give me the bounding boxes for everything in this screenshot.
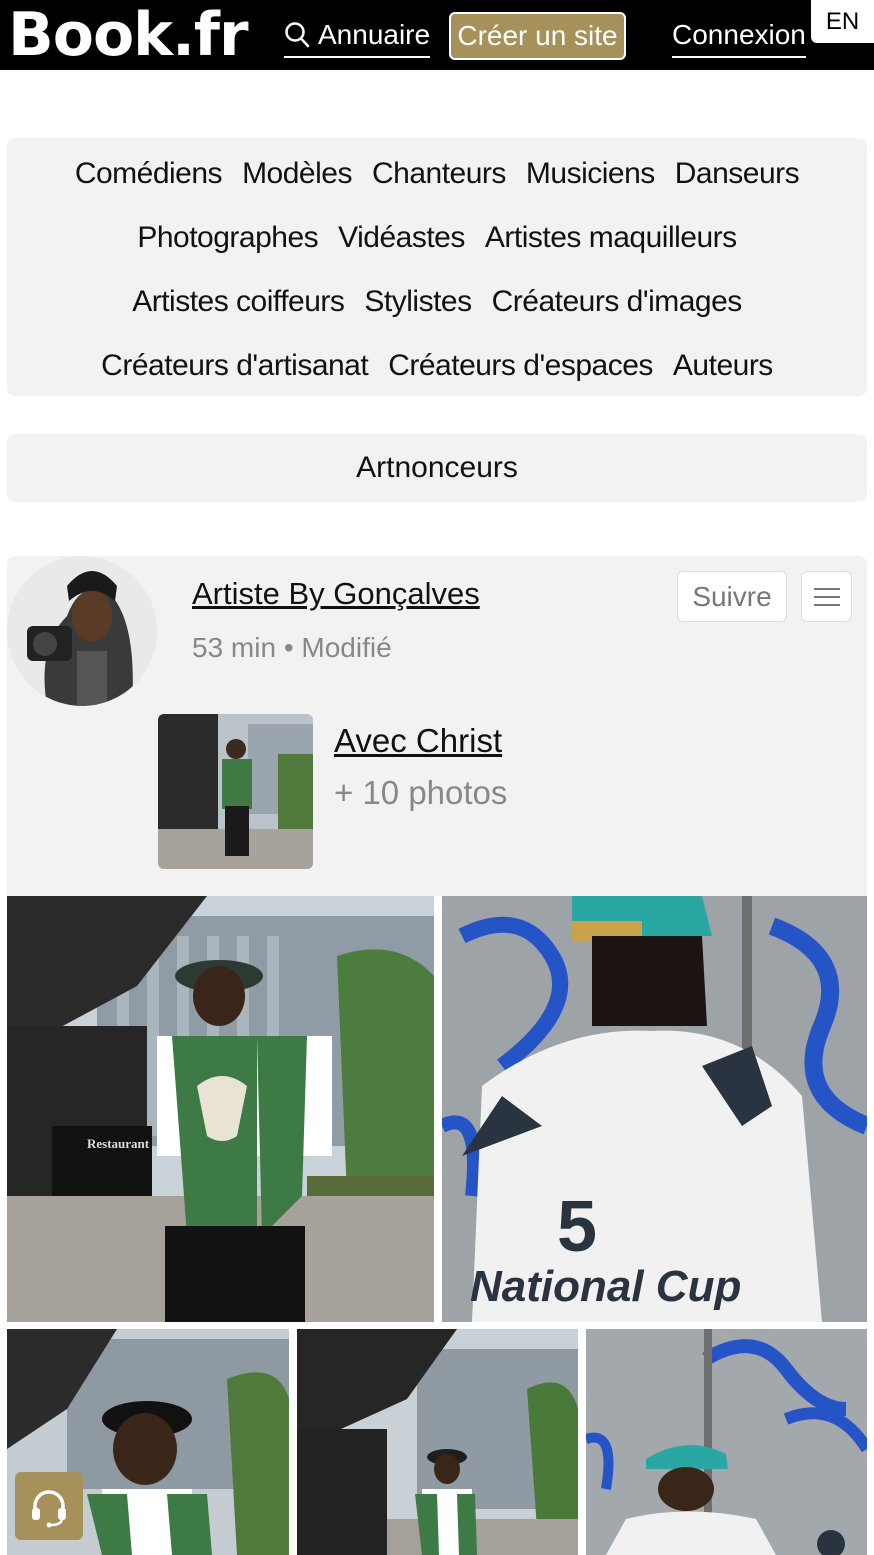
photo-image xyxy=(586,1329,867,1555)
album-photo-count: + 10 photos xyxy=(334,774,508,811)
directory-link[interactable]: Annuaire xyxy=(284,14,431,58)
follow-button[interactable]: Suivre xyxy=(677,571,787,622)
category-link[interactable]: Vidéastes xyxy=(338,221,465,255)
create-site-button[interactable]: Créer un site xyxy=(449,12,626,60)
category-link[interactable]: Chanteurs xyxy=(372,157,506,191)
category-link[interactable]: Artistes coiffeurs xyxy=(132,285,345,319)
top-navigation-bar: Book.fr Annuaire Créer un site Connexion… xyxy=(0,0,874,70)
login-link[interactable]: Connexion xyxy=(672,14,806,58)
support-button[interactable] xyxy=(15,1472,83,1540)
photo-tile[interactable]: Restaurant xyxy=(7,896,434,1322)
category-link[interactable]: Créateurs d'espaces xyxy=(388,349,653,383)
photo-image: Restaurant xyxy=(7,896,434,1322)
post-card: Artiste By Gonçalves 53 min • Modifié Su… xyxy=(7,556,867,896)
category-link[interactable]: Artistes maquilleurs xyxy=(485,221,737,255)
search-icon xyxy=(285,22,310,48)
category-link[interactable]: Danseurs xyxy=(675,157,800,191)
directory-label: Annuaire xyxy=(318,19,431,50)
jersey-print-text: National Cup xyxy=(470,1262,741,1311)
category-link[interactable]: Photographes xyxy=(137,221,318,255)
photo-tile[interactable]: 5 National Cup xyxy=(442,896,867,1322)
restaurant-sign-text: Restaurant xyxy=(87,1136,150,1151)
category-link[interactable]: Créateurs d'images xyxy=(492,285,743,319)
avatar-image xyxy=(7,556,157,706)
category-row: Photographes Vidéastes Artistes maquille… xyxy=(7,206,867,270)
photo-tile[interactable] xyxy=(297,1329,578,1555)
category-link[interactable]: Auteurs xyxy=(673,349,773,383)
category-link[interactable]: Modèles xyxy=(242,157,352,191)
photo-tile[interactable] xyxy=(586,1329,867,1555)
category-row: Artistes coiffeurs Stylistes Créateurs d… xyxy=(7,270,867,334)
headset-icon xyxy=(32,1490,66,1528)
language-switch[interactable]: EN xyxy=(811,0,874,43)
photo-image xyxy=(297,1329,578,1555)
album-thumbnail-image xyxy=(158,714,313,869)
author-avatar[interactable] xyxy=(7,556,157,706)
category-link[interactable]: Musiciens xyxy=(526,157,655,191)
post-meta: 53 min • Modifié xyxy=(192,632,392,663)
album-thumbnail[interactable] xyxy=(158,714,313,869)
hamburger-menu-icon xyxy=(813,587,840,606)
post-menu-button[interactable] xyxy=(801,571,852,622)
album-title-link[interactable]: Avec Christ xyxy=(334,722,502,760)
author-name-link[interactable]: Artiste By Gonçalves xyxy=(192,576,480,612)
category-link[interactable]: Stylistes xyxy=(364,285,472,319)
category-menu: Comédiens Modèles Chanteurs Musiciens Da… xyxy=(7,138,867,396)
category-link[interactable]: Créateurs d'artisanat xyxy=(101,349,369,383)
photo-image: 5 National Cup xyxy=(442,896,867,1322)
category-link[interactable]: Comédiens xyxy=(75,157,223,191)
category-row: Comédiens Modèles Chanteurs Musiciens Da… xyxy=(7,142,867,206)
jersey-number-text: 5 xyxy=(557,1187,597,1267)
category-row: Créateurs d'artisanat Créateurs d'espace… xyxy=(7,334,867,398)
advertisers-link[interactable]: Artnonceurs xyxy=(7,434,867,502)
site-logo[interactable]: Book.fr xyxy=(8,0,249,70)
